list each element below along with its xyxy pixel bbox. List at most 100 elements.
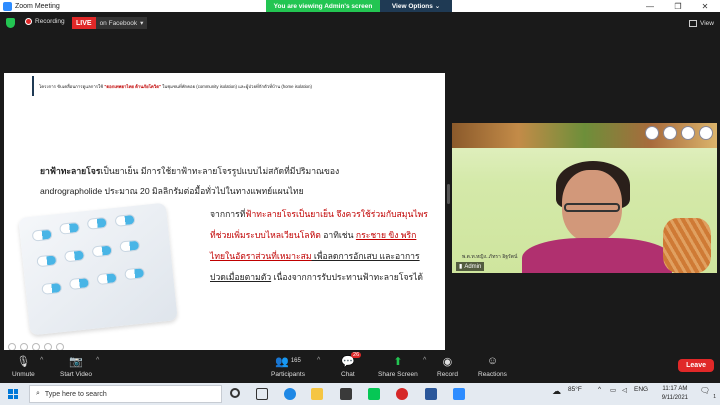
start-video-button[interactable]: 📷 Start Video — [60, 354, 93, 379]
file-explorer-icon[interactable] — [311, 388, 323, 400]
zoom-logo-icon — [3, 1, 12, 11]
video-options-chevron-icon[interactable]: ^ — [96, 357, 99, 364]
window-title: Zoom Meeting — [15, 2, 60, 10]
viewing-screen-label: You are viewing Admin's screen — [266, 0, 380, 12]
language-indicator[interactable]: ENG — [634, 386, 648, 393]
slide-header-text-2: ในชุมชนที่พักคอย (community isolation) แ… — [162, 84, 312, 89]
reactions-button[interactable]: ☺ Reactions — [478, 354, 507, 378]
network-icon[interactable]: ▭ — [610, 386, 616, 394]
capsule-icon — [31, 228, 53, 242]
slide-paragraph-2: จากการที่ฟ้าทะลายโจรเป็นยาเย็น จึงควรใช้… — [210, 204, 430, 288]
org-logo-icon — [663, 126, 677, 140]
slide-header: โครงการ ขับเคลื่อนการดูแลการใช้ "ดอกเทพย… — [39, 83, 312, 90]
capsule-icon — [59, 221, 81, 235]
clock-date: 9/11/2021 — [661, 395, 688, 401]
security-shield-icon[interactable] — [6, 18, 15, 28]
store-icon[interactable] — [340, 388, 352, 400]
start-video-label: Start Video — [60, 371, 93, 378]
record-icon: ◉ — [442, 355, 453, 368]
herb-image — [663, 218, 711, 273]
volume-icon[interactable]: ◁ — [622, 386, 627, 394]
tray-overflow-icon[interactable]: ^ — [598, 386, 601, 393]
maximize-icon[interactable]: ❐ — [665, 0, 691, 12]
windows-taskbar: ⌕ Type here to search ☁ 85°F ^ ▭ ◁ ENG 1… — [0, 383, 720, 405]
org-logos — [645, 126, 713, 140]
record-dot-icon — [25, 18, 32, 25]
capsule-icon — [91, 244, 113, 258]
dropdown-arrow-icon: ▾ — [140, 20, 144, 27]
line-app-icon[interactable] — [368, 388, 380, 400]
share-options-chevron-icon[interactable]: ^ — [423, 357, 426, 364]
slide-paragraph-1: ยาฟ้าทะลายโจรเป็นยาเย็น มีการใช้ยาฟ้าทะล… — [40, 161, 425, 201]
org-logo-icon — [699, 126, 713, 140]
live-badge: LIVE — [72, 17, 96, 29]
speaker-body — [522, 238, 672, 273]
zoom-taskbar-icon[interactable] — [453, 388, 465, 400]
capsule-icon — [68, 277, 90, 291]
edge-browser-icon[interactable] — [284, 388, 296, 400]
org-logo-icon — [645, 126, 659, 140]
cortana-icon[interactable] — [230, 388, 240, 398]
live-target-label: on Facebook — [99, 19, 138, 27]
recording-indicator[interactable]: Recording — [25, 18, 65, 25]
weather-icon: ☁ — [552, 386, 561, 396]
capsule-icon — [114, 213, 136, 227]
taskbar-search-box[interactable]: ⌕ Type here to search — [29, 385, 222, 403]
record-label: Record — [437, 371, 458, 378]
notification-icon[interactable]: 🗨 — [700, 386, 710, 395]
view-options-button[interactable]: View Options ⌄ — [380, 0, 452, 12]
capsule-icon — [86, 216, 108, 230]
unmute-button[interactable]: 🎙 Unmute — [12, 354, 35, 379]
slide-p2-text-4: เนื่องจากการรับประทานฟ้าทะลายโจรได้ — [271, 272, 424, 282]
participants-icon: 👥 165 — [275, 355, 301, 368]
chat-button[interactable]: 💬 26 Chat — [341, 352, 362, 378]
meeting-toolbar: 🎙 Unmute ^ 📷 Start Video ^ 👥 165 Particip… — [0, 350, 720, 383]
capsule-icon — [63, 249, 86, 263]
slide-term: ยาฟ้าทะลายโจร — [40, 166, 101, 176]
meeting-top-bar: Recording LIVE on Facebook ▾ View — [0, 12, 720, 34]
signal-icon: ▮ — [459, 264, 463, 270]
search-icon: ⌕ — [36, 390, 40, 397]
share-screen-icon: ⬆ — [393, 355, 403, 368]
share-screen-label: Share Screen — [378, 371, 418, 378]
zoom-window: Zoom Meeting You are viewing Admin's scr… — [0, 0, 720, 405]
record-button[interactable]: ◉ Record — [437, 354, 458, 379]
gallery-icon — [689, 19, 698, 27]
audio-options-chevron-icon[interactable]: ^ — [40, 357, 43, 364]
minimize-icon[interactable]: — — [637, 0, 663, 12]
search-placeholder: Type here to search — [44, 390, 107, 398]
slide-accent-bar — [32, 76, 34, 96]
live-target[interactable]: on Facebook ▾ — [95, 17, 148, 29]
notification-count: 1 — [713, 394, 716, 400]
leave-button[interactable]: Leave — [678, 359, 714, 372]
participants-chevron-icon[interactable]: ^ — [317, 357, 320, 364]
participant-label: ▮ Admin — [456, 262, 485, 271]
capsule-icon — [124, 267, 146, 281]
participants-button[interactable]: 👥 165 Participants — [271, 354, 305, 379]
participant-count: 165 — [290, 358, 301, 364]
share-screen-button[interactable]: ⬆ Share Screen — [378, 354, 418, 379]
panel-resize-handle[interactable] — [447, 184, 450, 204]
capsule-icon — [119, 239, 141, 253]
taskbar-clock[interactable]: 11:17 AM 9/11/2021 — [662, 385, 688, 403]
windows-start-icon[interactable] — [8, 389, 18, 399]
recording-label: Recording — [35, 18, 65, 25]
live-stream-indicator[interactable]: LIVE on Facebook ▾ — [72, 17, 148, 29]
weather-temp[interactable]: 85°F — [568, 386, 582, 393]
speaker-video-tile[interactable]: พ.ต.ท.หญิง..ภัทรา อิฐรัตน์ ▮ Admin — [452, 123, 717, 273]
close-icon[interactable]: ✕ — [692, 0, 718, 12]
speaker-glasses — [564, 203, 620, 212]
view-button[interactable]: View — [689, 17, 714, 29]
view-label: View — [700, 19, 714, 27]
reactions-label: Reactions — [478, 371, 507, 378]
opera-browser-icon[interactable] — [396, 388, 408, 400]
capsule-icon — [96, 272, 118, 286]
capsule-icon — [41, 281, 63, 295]
title-bar: Zoom Meeting You are viewing Admin's scr… — [0, 0, 720, 12]
speaker-name-tag: พ.ต.ท.หญิง..ภัทรา อิฐรัตน์ — [462, 254, 518, 260]
org-logo-icon — [681, 126, 695, 140]
task-view-icon[interactable] — [256, 388, 268, 400]
word-app-icon[interactable] — [425, 388, 437, 400]
unmute-label: Unmute — [12, 371, 35, 378]
screen-share-banner: You are viewing Admin's screen View Opti… — [266, 0, 452, 12]
